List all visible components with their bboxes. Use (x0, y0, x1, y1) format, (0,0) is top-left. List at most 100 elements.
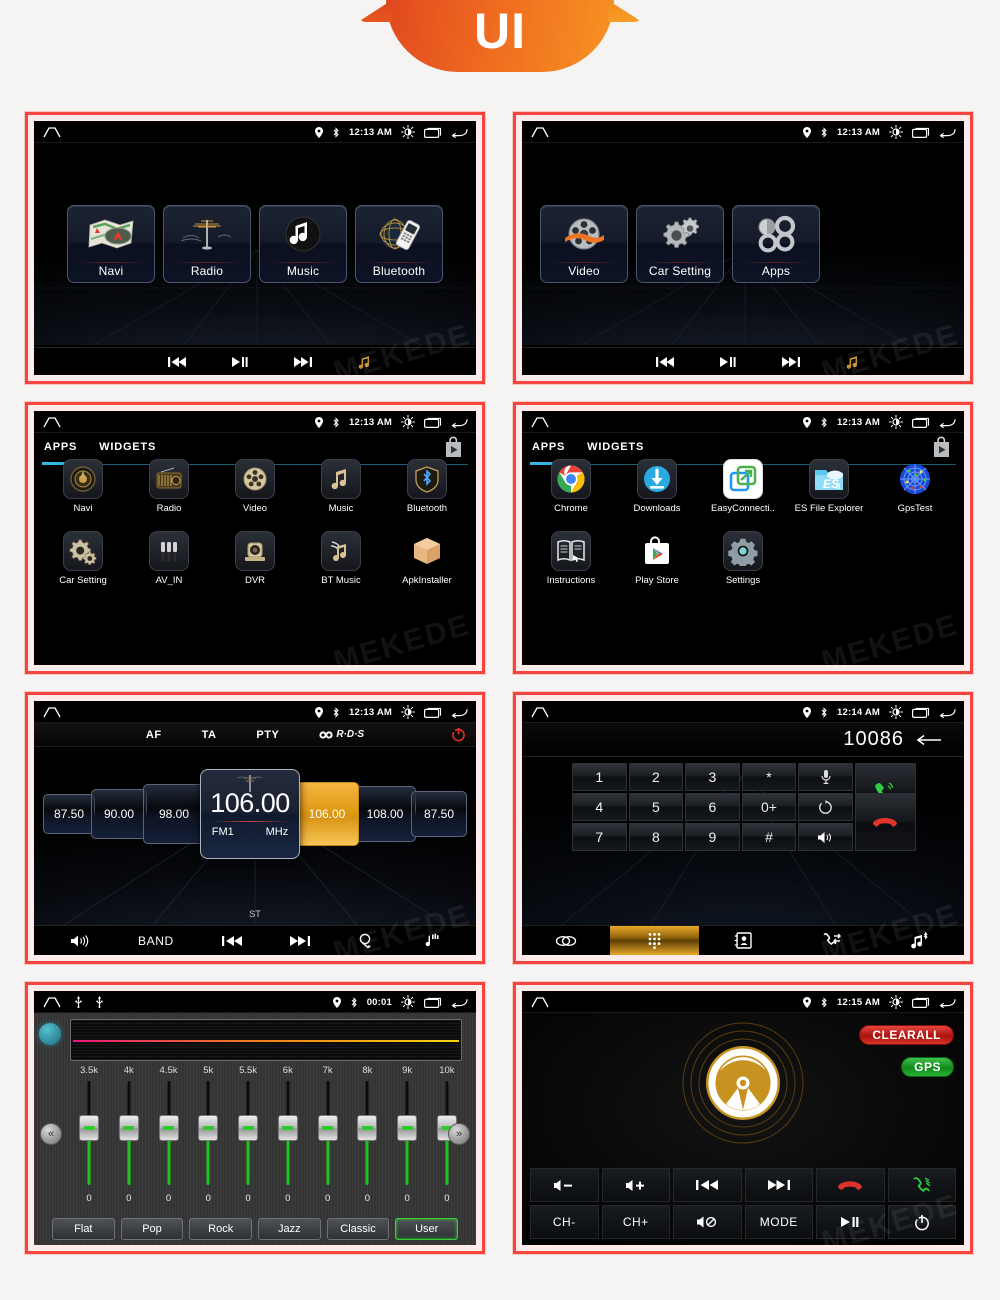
key-6[interactable]: 6 (685, 793, 740, 821)
app-es-file-explorer[interactable]: ES 3 ES File Explorer (786, 459, 872, 531)
next-icon[interactable] (782, 356, 800, 368)
brightness-icon[interactable] (401, 125, 415, 139)
tile-music[interactable]: Music (259, 205, 347, 283)
home-icon[interactable] (530, 416, 550, 428)
band-slider[interactable] (154, 1081, 184, 1189)
speaker-icon[interactable] (798, 823, 853, 851)
app-settings[interactable]: Settings (700, 531, 786, 603)
key-hash[interactable]: # (741, 823, 797, 851)
back-icon[interactable] (939, 997, 956, 1008)
slider-thumb[interactable] (158, 1115, 179, 1141)
slider-thumb[interactable] (198, 1115, 219, 1141)
key-4[interactable]: 4 (572, 793, 627, 821)
key-2[interactable]: 2 (628, 763, 684, 791)
app-car-setting[interactable]: Car Setting (40, 531, 126, 603)
volume-up-icon[interactable] (601, 1168, 670, 1202)
preset-station[interactable]: 108.00 (354, 786, 416, 842)
call-answer-icon[interactable] (887, 1168, 956, 1202)
mode-button[interactable]: MODE (744, 1205, 813, 1239)
brightness-icon[interactable] (401, 995, 415, 1009)
eq-music-icon[interactable] (422, 933, 440, 949)
tile-bluetooth[interactable]: Bluetooth (355, 205, 443, 283)
app-easyconnection[interactable]: EasyConnecti.. (700, 459, 786, 531)
next-icon[interactable] (289, 935, 310, 947)
slider-thumb[interactable] (357, 1115, 378, 1141)
recents-icon[interactable] (424, 417, 442, 428)
app-av-in[interactable]: AV_IN (126, 531, 212, 603)
preset-station[interactable]: 90.00 (91, 789, 147, 839)
slider-thumb[interactable] (79, 1115, 99, 1141)
volume-down-icon[interactable] (530, 1168, 599, 1202)
next-icon[interactable] (744, 1168, 813, 1202)
tab-call-log[interactable] (787, 926, 875, 955)
clearall-button[interactable]: CLEARALL (859, 1025, 954, 1045)
recents-icon[interactable] (424, 127, 442, 138)
back-icon[interactable] (451, 997, 468, 1008)
band-slider[interactable] (74, 1081, 104, 1189)
preset-flat[interactable]: Flat (52, 1218, 115, 1240)
call-end-icon[interactable] (816, 1168, 885, 1202)
app-music[interactable]: Music (298, 459, 384, 531)
preset-jazz[interactable]: Jazz (258, 1218, 321, 1240)
app-chrome[interactable]: Chrome (528, 459, 614, 531)
tile-radio[interactable]: Radio (163, 205, 251, 283)
previous-icon[interactable] (221, 935, 242, 947)
play-pause-icon[interactable] (720, 356, 736, 368)
volume-icon[interactable] (70, 934, 90, 948)
preset-rock[interactable]: Rock (189, 1218, 253, 1240)
preset-user[interactable]: User (395, 1218, 459, 1240)
key-7[interactable]: 7 (572, 823, 627, 851)
key-9[interactable]: 9 (685, 823, 740, 851)
back-icon[interactable] (451, 417, 468, 428)
recents-icon[interactable] (912, 127, 930, 138)
slider-thumb[interactable] (277, 1115, 298, 1141)
preset-station[interactable]: 98.00 (143, 784, 205, 844)
band-slider[interactable] (233, 1081, 263, 1189)
key-star[interactable]: * (741, 763, 797, 791)
gps-button[interactable]: GPS (901, 1057, 954, 1077)
tile-apps[interactable]: Apps (732, 205, 820, 283)
ta-button[interactable]: TA (202, 729, 217, 741)
selected-station[interactable]: 106.00 (295, 782, 359, 846)
home-icon[interactable] (530, 126, 550, 138)
app-downloads[interactable]: Downloads (614, 459, 700, 531)
channel-up-button[interactable]: CH+ (601, 1205, 670, 1239)
frequency-carousel[interactable]: 87.50 90.00 98.00 106.00 FM1 MHz 106.00 … (34, 769, 476, 859)
previous-icon[interactable] (168, 356, 186, 368)
tab-contacts[interactable] (699, 926, 787, 955)
power-icon[interactable] (451, 727, 466, 742)
rotate-icon[interactable] (798, 793, 853, 821)
app-bt-music[interactable]: BT Music (298, 531, 384, 603)
back-icon[interactable] (451, 707, 468, 718)
play-pause-icon[interactable] (232, 356, 248, 368)
next-icon[interactable] (294, 356, 312, 368)
preset-station[interactable]: 87.50 (43, 794, 95, 834)
back-icon[interactable] (939, 707, 956, 718)
band-button[interactable]: BAND (138, 934, 174, 948)
tab-bt-link[interactable] (522, 926, 610, 955)
home-icon[interactable] (42, 706, 62, 718)
back-icon[interactable] (939, 417, 956, 428)
app-gpstest[interactable]: GpsTest (872, 459, 958, 531)
back-icon[interactable] (939, 127, 956, 138)
band-slider[interactable] (392, 1081, 422, 1189)
prev-page-button[interactable]: « (40, 1123, 62, 1145)
band-slider[interactable] (352, 1081, 382, 1189)
band-slider[interactable] (114, 1081, 144, 1189)
power-icon[interactable] (887, 1205, 956, 1239)
steering-wheel-icon[interactable] (680, 1020, 806, 1146)
band-slider[interactable] (273, 1081, 303, 1189)
home-icon[interactable] (530, 706, 550, 718)
brightness-icon[interactable] (889, 705, 903, 719)
app-play-store[interactable]: Play Store (614, 531, 700, 603)
key-1[interactable]: 1 (572, 763, 627, 791)
home-icon[interactable] (42, 996, 62, 1008)
app-navi[interactable]: Navi (40, 459, 126, 531)
tab-dialpad[interactable] (610, 926, 699, 955)
app-instructions[interactable]: Instructions (528, 531, 614, 603)
next-page-button[interactable]: » (448, 1123, 470, 1145)
eq-power-knob[interactable] (39, 1023, 61, 1045)
recents-icon[interactable] (912, 707, 930, 718)
call-end-icon[interactable] (854, 793, 916, 851)
brightness-icon[interactable] (889, 995, 903, 1009)
